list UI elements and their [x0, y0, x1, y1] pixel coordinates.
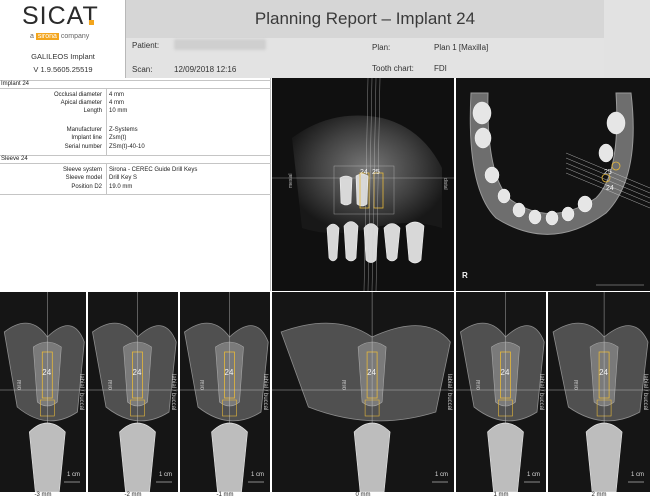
report-header: SICAT a sirona company GALILEOS Implant … [0, 0, 650, 78]
sagittal-tooth-25: 25 [372, 169, 380, 176]
serial-number-key: Serial number [64, 144, 102, 150]
patient-info-row: Patient: Scan: 12/09/2018 12:16 Plan: Pl… [126, 38, 604, 78]
sleeve-model-key: Sleeve model [65, 175, 102, 181]
cross-section-3: 24 1 cm labial / buccal oral [272, 292, 454, 492]
sagittal-image: 24 25 mesial distal [272, 78, 454, 291]
manufacturer-value: Z-Systems [109, 127, 138, 133]
cross-section-image [0, 292, 86, 492]
labial-buccal-label: labial / buccal [262, 374, 268, 411]
sleeve-section-title: Sleeve 24 [0, 155, 271, 164]
title-bar: Planning Report – Implant 24 [126, 0, 604, 38]
plan-label: Plan: [372, 43, 391, 52]
occlusal-diameter-key: Occlusal diameter [53, 92, 102, 98]
slice-tooth-number: 24 [367, 368, 376, 377]
tooth-chart-value: FDI [434, 64, 447, 73]
cross-section-image [456, 292, 546, 492]
mesial-label: mesial [288, 174, 294, 188]
sagittal-view: 24 25 mesial distal [272, 78, 454, 291]
oral-label: oral [199, 380, 206, 391]
position-d2-key: Position D2 [71, 184, 102, 190]
cross-section-image [180, 292, 270, 492]
scan-label: Scan: [132, 65, 153, 74]
cross-section-0: 24 1 cm labial / buccal oral [0, 292, 86, 492]
slice-tooth-number: 24 [224, 368, 234, 377]
slice-tooth-number: 24 [599, 368, 608, 377]
scale-bar-label: 1 cm [250, 472, 264, 478]
implant-column-divider [106, 89, 107, 155]
axial-orientation-r: R [462, 271, 468, 280]
cross-section-1: 24 1 cm labial / buccal oral [88, 292, 178, 492]
cross-section-strip: 24 1 cm labial / buccal oral -3 mm 24 1 cm lab… [0, 292, 650, 500]
length-key: Length [83, 108, 102, 114]
labial-buccal-label: labial / buccal [642, 374, 648, 411]
axial-image: 25 24 R [456, 78, 650, 291]
labial-buccal-label: labial / buccal [446, 374, 452, 411]
header-right-strip [604, 0, 650, 78]
scale-bar-label: 1 cm [158, 472, 172, 478]
patient-name-redacted [174, 39, 266, 50]
product-version: V 1.9.5605.25519 [33, 65, 93, 74]
sagittal-tooth-24: 24 [360, 169, 368, 176]
oral-label: oral [475, 380, 482, 391]
logo-block: SICAT a sirona company GALILEOS Implant … [0, 0, 126, 78]
cross-section-2: 24 1 cm labial / buccal oral [180, 292, 270, 492]
scale-bar-label: 1 cm [434, 472, 448, 478]
sleeve-system-value: Sirona - CEREC Guide Drill Keys [109, 167, 198, 173]
implant-section-title: Implant 24 [0, 80, 271, 89]
sleeve-column-divider [106, 164, 107, 194]
sirona-brand: sirona [35, 33, 59, 40]
slice-offset-caption: 0 mm [355, 492, 371, 498]
apical-diameter-key: Apical diameter [60, 100, 102, 106]
sicat-logo: SICAT [22, 2, 99, 30]
implant-details-panel: Implant 24 Occlusal diameter 4 mm Apical… [0, 78, 271, 291]
logo-dot [89, 20, 94, 25]
slice-offset-caption: 2 mm [591, 492, 607, 498]
labial-buccal-label: labial / buccal [170, 374, 176, 411]
occlusal-diameter-value: 4 mm [109, 92, 124, 98]
scale-bar-label: 1 cm [526, 472, 540, 478]
plan-value: Plan 1 [Maxilla] [434, 43, 489, 52]
manufacturer-key: Manufacturer [66, 127, 102, 133]
apical-diameter-value: 4 mm [109, 100, 124, 106]
length-value: 10 mm [109, 108, 128, 114]
oral-label: oral [574, 380, 581, 391]
slice-offset-caption: 1 mm [493, 492, 509, 498]
sleeve-system-key: Sleeve system [62, 167, 102, 173]
cross-section-5: 24 1 cm labial / buccal oral [548, 292, 650, 492]
scale-bar-label: 1 cm [66, 472, 80, 478]
oral-label: oral [107, 380, 114, 391]
cross-section-image [272, 292, 454, 492]
slice-tooth-number: 24 [132, 368, 142, 377]
slice-offset-caption: -2 mm [124, 492, 142, 498]
scan-date: 12/09/2018 12:16 [174, 65, 237, 74]
oral-label: oral [342, 380, 349, 391]
slice-tooth-number: 24 [500, 368, 510, 377]
scale-bar-label: 1 cm [630, 472, 644, 478]
labial-buccal-label: labial / buccal [78, 374, 84, 411]
cross-section-image [548, 292, 650, 492]
slice-offset-caption: -3 mm [34, 492, 52, 498]
logo-tagline: a sirona company [30, 33, 90, 40]
axial-tooth-25: 25 [604, 169, 612, 176]
oral-label: oral [17, 380, 24, 391]
patient-label: Patient: [132, 41, 160, 50]
cross-section-4: 24 1 cm labial / buccal oral [456, 292, 546, 492]
page-title: Planning Report – Implant 24 [254, 9, 476, 28]
distal-label: distal [442, 178, 448, 190]
labial-buccal-label: labial / buccal [538, 374, 544, 411]
position-d2-value: 19.0 mm [109, 184, 133, 190]
implant-line-key: Implant line [71, 135, 102, 141]
implant-line-value: Zsm(t) [109, 135, 127, 141]
sleeve-bottom-line [0, 194, 271, 195]
serial-number-value: ZSm(t)-40-10 [109, 144, 145, 150]
slice-tooth-number: 24 [42, 368, 52, 377]
axial-view: 25 24 R [456, 78, 650, 291]
product-name: GALILEOS Implant [31, 52, 95, 61]
cross-section-image [88, 292, 178, 492]
axial-tooth-24: 24 [606, 185, 614, 192]
sleeve-model-value: Drill Key S [109, 175, 138, 181]
tooth-chart-label: Tooth chart: [372, 64, 414, 73]
slice-offset-caption: -1 mm [216, 492, 234, 498]
